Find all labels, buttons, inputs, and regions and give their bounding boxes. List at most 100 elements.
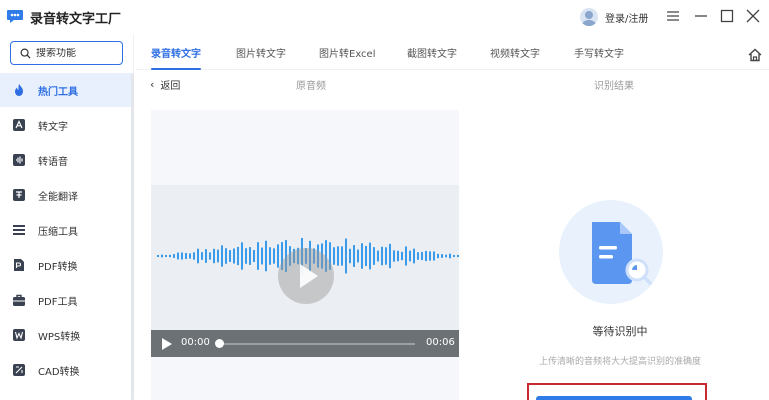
waveform-bar [413,248,415,264]
sidebar-item-pdf-tools[interactable]: PDF工具 [0,283,134,317]
waveform-bar [457,254,459,258]
document-scan-icon [559,200,663,304]
waveform-bar [373,247,375,265]
tab-screenshot-to-text[interactable]: 截图转文字 [397,40,467,70]
sidebar-item-cad-convert[interactable]: CAD转换 [0,353,134,387]
waveform-bar [441,254,443,258]
sidebar-item-label: WPS转换 [38,331,81,343]
waveform-bar [253,250,255,262]
wps-icon [13,329,25,341]
waveform-bar [233,248,235,264]
sidebar-item-to-text[interactable]: 转文字 [0,108,134,142]
text-icon [13,119,25,131]
waveform-bar [409,250,411,262]
waveform-bar [369,242,371,270]
sidebar-item-label: PDF工具 [38,296,78,308]
tab-audio-to-text[interactable]: 录音转文字 [141,40,211,70]
sidebar-item-label: 转文字 [38,121,68,133]
waveform-bar [437,253,439,259]
waveform-bar [337,246,339,266]
app-logo-icon [7,10,23,23]
menu-icon[interactable] [664,7,682,25]
waveform-bar [257,242,259,270]
sidebar-item-translate[interactable]: 全能翻译 [0,178,134,212]
title-bar: 录音转文字工厂 登录/注册 [0,0,769,34]
waveform-bar [205,249,207,263]
waveform-bar [265,240,267,272]
upload-button[interactable] [536,396,692,400]
home-icon[interactable] [747,47,763,63]
waveform-bar [361,243,363,269]
current-time: 00:00 [181,337,210,348]
sidebar-item-label: 热门工具 [38,86,78,98]
waveform-bar [421,251,423,261]
waveform-bar [237,246,239,266]
waveform-bar [401,251,403,261]
app-title: 录音转文字工厂 [30,12,122,27]
waveform-bar [345,238,347,274]
sidebar: 热门工具 转文字 转语音 全能翻译 压缩工具 [0,34,134,400]
waveform-bar [209,252,211,260]
sidebar-item-pdf-convert[interactable]: PDF转换 [0,248,134,282]
close-icon[interactable] [744,7,762,25]
avatar [580,8,598,26]
waveform-bar [385,247,387,265]
tab-image-to-text[interactable]: 图片转文字 [226,40,296,70]
waveform-bar [245,248,247,264]
upload-hint: 上传清晰的音频将大大提高识别的准确度 [538,357,701,367]
waveform-bar [217,249,219,263]
waveform-bar [185,252,187,260]
sidebar-item-label: 转语音 [38,156,68,168]
waveform-bar [221,245,223,267]
minimize-icon[interactable] [692,7,710,25]
compress-icon [13,225,25,235]
sidebar-item-compress[interactable]: 压缩工具 [0,213,134,247]
waveform-bar [157,255,159,257]
result-heading: 识别结果 [594,81,634,92]
tab-video-to-text[interactable]: 视频转文字 [480,40,550,70]
total-time: 00:06 [426,337,455,348]
waveform-bar [429,251,431,261]
waveform-bar [417,252,419,260]
waveform-bar [169,254,171,258]
sidebar-item-label: 全能翻译 [38,191,78,203]
tab-image-to-excel[interactable]: 图片转Excel [309,40,386,70]
sidebar-item-to-voice[interactable]: 转语音 [0,143,134,177]
search-box[interactable] [10,41,123,65]
play-icon[interactable] [162,338,172,350]
waveform-bar [365,246,367,266]
tab-handwriting-to-text[interactable]: 手写转文字 [564,40,634,70]
waveform-bar [341,246,343,266]
waveform-bar [273,248,275,264]
waveform-bar [261,247,263,265]
cad-icon [13,364,25,376]
seek-bar[interactable] [219,343,415,345]
pdf-convert-icon [14,259,24,271]
sidebar-scrollbar[interactable] [131,74,134,400]
back-button[interactable]: ‹ 返回 [150,76,180,92]
waveform-bar [453,255,455,257]
search-input[interactable] [36,47,116,59]
pdf-tool-icon [13,294,25,306]
waveform-bar [229,250,231,262]
sidebar-item-hot-tools[interactable]: 热门工具 [0,73,134,107]
waveform-bar [449,253,451,259]
back-label: 返回 [160,80,181,92]
waveform-bar [201,252,203,260]
sidebar-item-wps-convert[interactable]: WPS转换 [0,318,134,352]
waveform-bar [349,248,351,264]
search-icon [20,48,31,59]
chevron-left-icon: ‹ [150,77,155,91]
waveform-bar [189,253,191,259]
waveform-bar [433,251,435,261]
waveform-bar [241,242,243,270]
login-button[interactable]: 登录/注册 [580,6,648,28]
play-overlay-button[interactable] [278,248,334,304]
waveform-bar [249,247,251,265]
login-label: 登录/注册 [605,13,649,25]
waveform-bar [177,252,179,260]
seek-handle[interactable] [215,339,224,348]
maximize-icon[interactable] [718,7,736,25]
waveform-bar [225,248,227,264]
waveform-bar [269,247,271,265]
